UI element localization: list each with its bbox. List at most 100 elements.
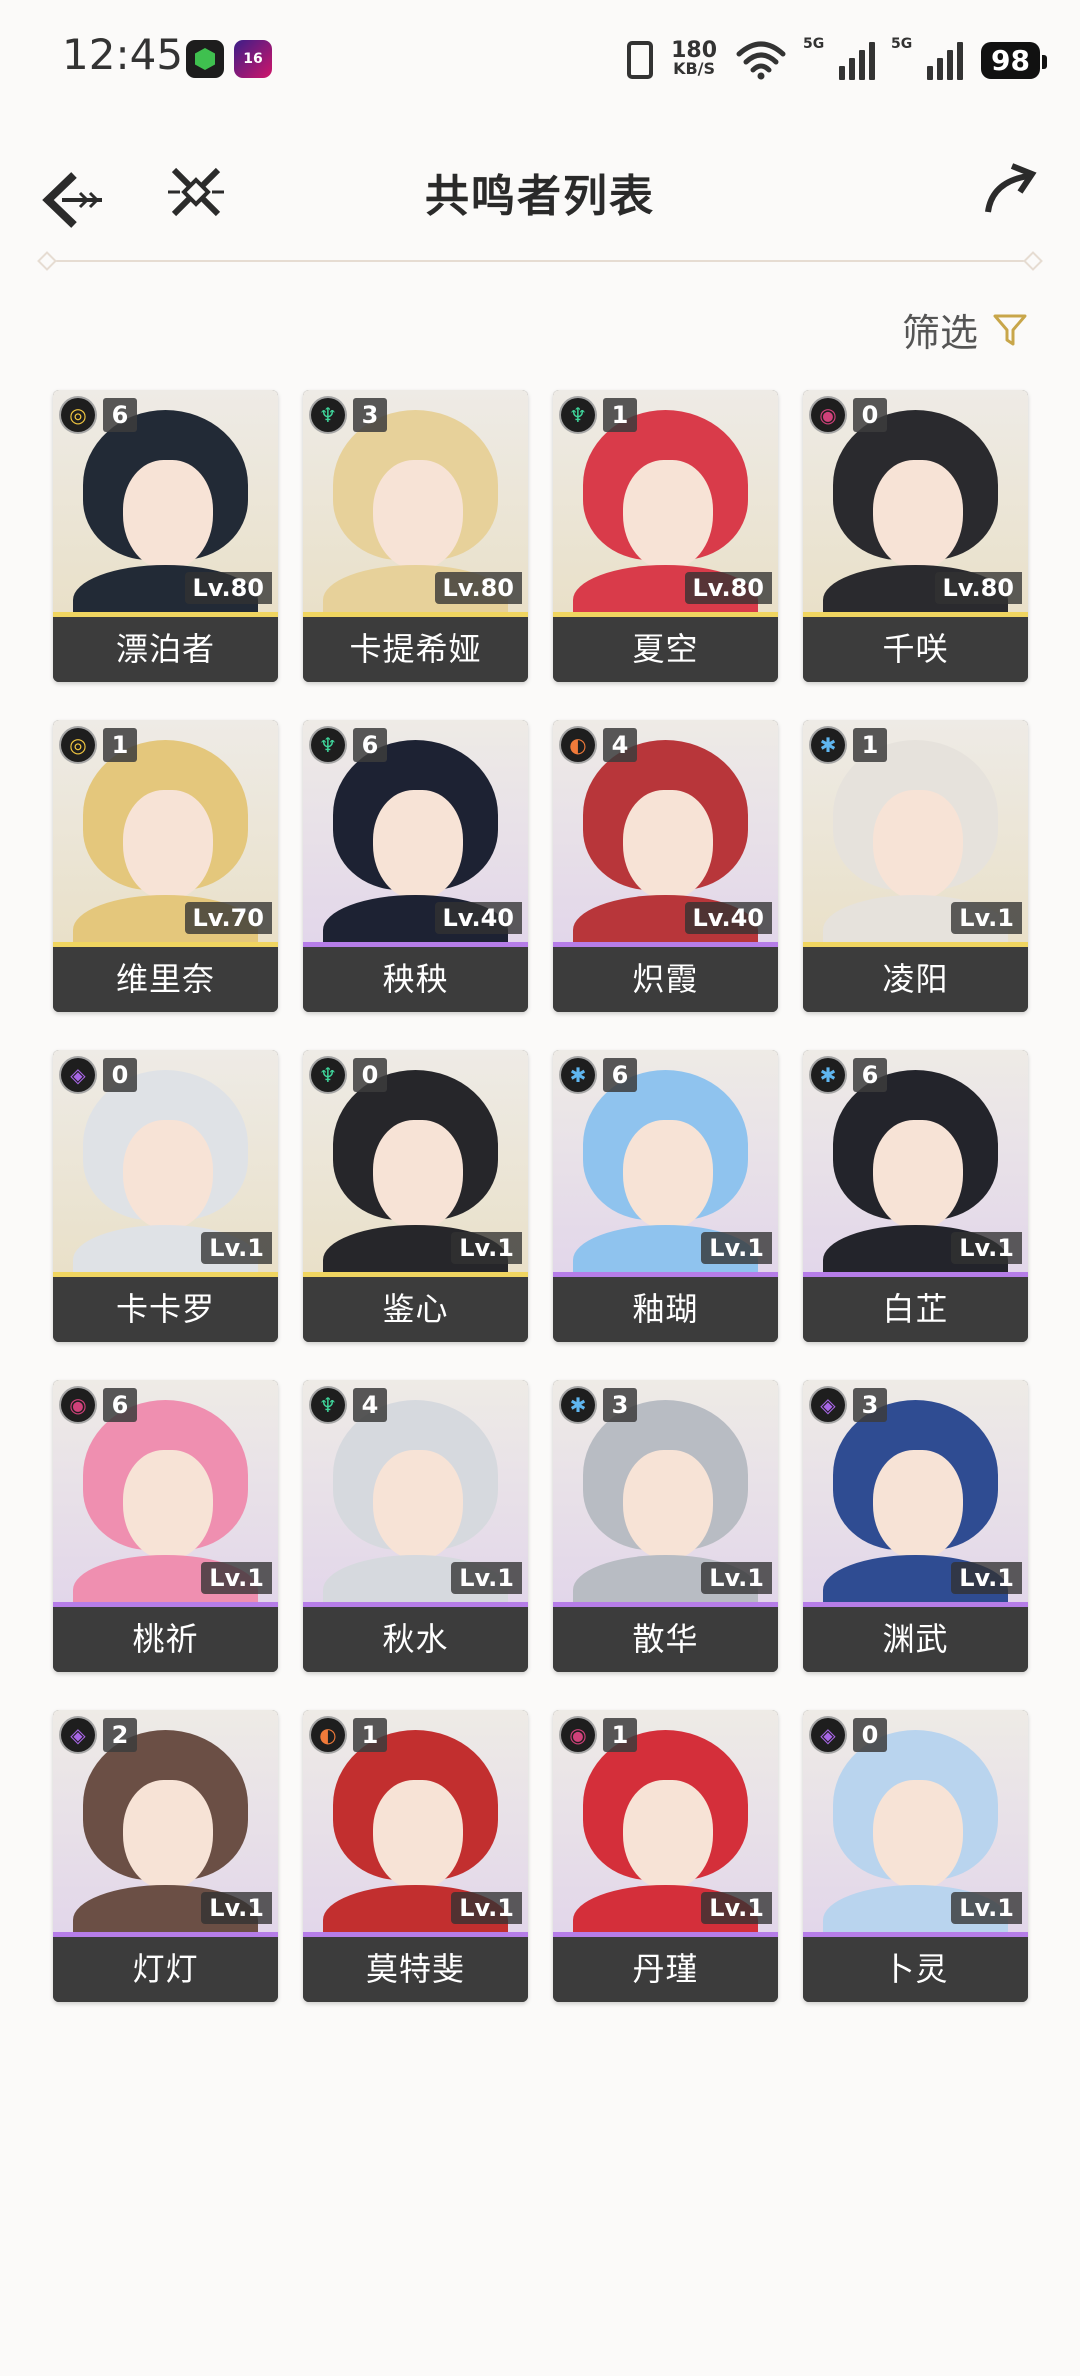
resonator-card[interactable]: ♆ 0 Lv.1 鉴心 <box>303 1050 528 1342</box>
level-label: Lv.1 <box>201 1892 272 1924</box>
level-label: Lv.1 <box>951 902 1022 934</box>
level-label: Lv.1 <box>201 1562 272 1594</box>
resonator-grid: ◎ 6 Lv.80 漂泊者 ♆ 3 Lv.80 卡提希娅 ♆ 1 Lv.80 夏… <box>53 390 1028 2002</box>
portrait-face <box>123 1450 213 1560</box>
portrait-face <box>623 1120 713 1230</box>
electro-element-icon: ◈ <box>809 1386 847 1424</box>
wifi-icon <box>736 41 786 80</box>
glacio-element-icon: ✱ <box>559 1386 597 1424</box>
resonator-card[interactable]: ◈ 0 Lv.1 卡卡罗 <box>53 1050 278 1342</box>
filter-button[interactable]: 筛选 <box>902 302 1028 357</box>
resonator-card[interactable]: ◉ 1 Lv.1 丹瑾 <box>553 1710 778 2002</box>
spectro-element-icon: ◎ <box>59 396 97 434</box>
resonator-name: 卜灵 <box>803 1937 1028 2002</box>
electro-element-icon: ◈ <box>809 1716 847 1754</box>
level-label: Lv.1 <box>951 1562 1022 1594</box>
havoc-element-icon: ◉ <box>559 1716 597 1754</box>
portrait-face <box>873 1120 963 1230</box>
signal-icon-1: 5G <box>803 36 876 80</box>
portrait-face <box>873 1780 963 1890</box>
network-speed: 180 KB/S <box>671 38 718 78</box>
level-label: Lv.1 <box>451 1562 522 1594</box>
electro-element-icon: ◈ <box>59 1716 97 1754</box>
aero-element-icon: ♆ <box>559 396 597 434</box>
resonator-name: 漂泊者 <box>53 617 278 682</box>
level-label: Lv.80 <box>184 572 272 604</box>
portrait-face <box>123 790 213 900</box>
status-time: 12:45 <box>62 30 184 79</box>
resonator-card[interactable]: ◎ 1 Lv.70 维里奈 <box>53 720 278 1012</box>
glacio-element-icon: ✱ <box>809 726 847 764</box>
resonator-name: 灯灯 <box>53 1937 278 2002</box>
resonator-card[interactable]: ◐ 1 Lv.1 莫特斐 <box>303 1710 528 2002</box>
level-label: Lv.1 <box>701 1562 772 1594</box>
fusion-element-icon: ◐ <box>309 1716 347 1754</box>
resonance-chain-count: 0 <box>103 1058 137 1092</box>
resonator-card[interactable]: ◉ 0 Lv.80 千咲 <box>803 390 1028 682</box>
resonator-card[interactable]: ◉ 6 Lv.1 桃祈 <box>53 1380 278 1672</box>
level-label: Lv.1 <box>951 1892 1022 1924</box>
resonator-name: 炽霞 <box>553 947 778 1012</box>
portrait-face <box>373 1450 463 1560</box>
portrait-face <box>123 460 213 570</box>
resonator-card[interactable]: ✱ 6 Lv.1 釉瑚 <box>553 1050 778 1342</box>
resonator-name: 夏空 <box>553 617 778 682</box>
resonator-card[interactable]: ◎ 6 Lv.80 漂泊者 <box>53 390 278 682</box>
aero-element-icon: ♆ <box>309 726 347 764</box>
resonator-card[interactable]: ♆ 1 Lv.80 夏空 <box>553 390 778 682</box>
resonance-chain-count: 6 <box>103 1388 137 1422</box>
portrait-face <box>373 1120 463 1230</box>
filter-label: 筛选 <box>901 311 978 355</box>
resonator-card[interactable]: ♆ 6 Lv.40 秧秧 <box>303 720 528 1012</box>
resonator-card[interactable]: ✱ 1 Lv.1 凌阳 <box>803 720 1028 1012</box>
portrait-face <box>873 1450 963 1560</box>
resonator-card[interactable]: ♆ 4 Lv.1 秋水 <box>303 1380 528 1672</box>
header: 共鸣者列表 <box>0 150 1080 250</box>
level-label: Lv.40 <box>434 902 522 934</box>
resonator-name: 秧秧 <box>303 947 528 1012</box>
resonator-card[interactable]: ♆ 3 Lv.80 卡提希娅 <box>303 390 528 682</box>
resonance-chain-count: 1 <box>853 728 887 762</box>
resonance-chain-count: 1 <box>603 1718 637 1752</box>
level-label: Lv.1 <box>451 1892 522 1924</box>
portrait-face <box>623 1450 713 1560</box>
level-label: Lv.1 <box>701 1232 772 1264</box>
resonance-chain-count: 3 <box>603 1388 637 1422</box>
resonance-chain-count: 1 <box>103 728 137 762</box>
resonator-card[interactable]: ◐ 4 Lv.40 炽霞 <box>553 720 778 1012</box>
resonator-card[interactable]: ◈ 3 Lv.1 渊武 <box>803 1380 1028 1672</box>
resonator-card[interactable]: ◈ 2 Lv.1 灯灯 <box>53 1710 278 2002</box>
portrait-face <box>123 1120 213 1230</box>
header-divider <box>48 260 1032 262</box>
resonator-name: 凌阳 <box>803 947 1028 1012</box>
level-label: Lv.80 <box>934 572 1022 604</box>
vibrate-icon <box>627 41 654 79</box>
page-title: 共鸣者列表 <box>425 171 655 222</box>
resonator-card[interactable]: ✱ 3 Lv.1 散华 <box>553 1380 778 1672</box>
resonator-name: 维里奈 <box>53 947 278 1012</box>
electro-element-icon: ◈ <box>59 1056 97 1094</box>
share-icon[interactable] <box>980 160 1040 220</box>
resonator-card[interactable]: ✱ 6 Lv.1 白芷 <box>803 1050 1028 1342</box>
resonator-name: 卡提希娅 <box>303 617 528 682</box>
portrait-face <box>623 460 713 570</box>
portrait-face <box>873 460 963 570</box>
app-notification-icon-2: 16 <box>234 40 272 78</box>
resonator-name: 散华 <box>553 1607 778 1672</box>
fusion-element-icon: ◐ <box>559 726 597 764</box>
aero-element-icon: ♆ <box>309 1386 347 1424</box>
aero-element-icon: ♆ <box>309 396 347 434</box>
portrait-face <box>873 790 963 900</box>
glacio-element-icon: ✱ <box>809 1056 847 1094</box>
resonance-chain-count: 6 <box>353 728 387 762</box>
level-label: Lv.1 <box>951 1232 1022 1264</box>
resonance-chain-count: 6 <box>103 398 137 432</box>
resonance-chain-count: 4 <box>353 1388 387 1422</box>
spectro-element-icon: ◎ <box>59 726 97 764</box>
portrait-face <box>373 1780 463 1890</box>
portrait-face <box>373 460 463 570</box>
resonator-name: 渊武 <box>803 1607 1028 1672</box>
resonator-card[interactable]: ◈ 0 Lv.1 卜灵 <box>803 1710 1028 2002</box>
portrait-face <box>623 1780 713 1890</box>
resonator-name: 鉴心 <box>303 1277 528 1342</box>
